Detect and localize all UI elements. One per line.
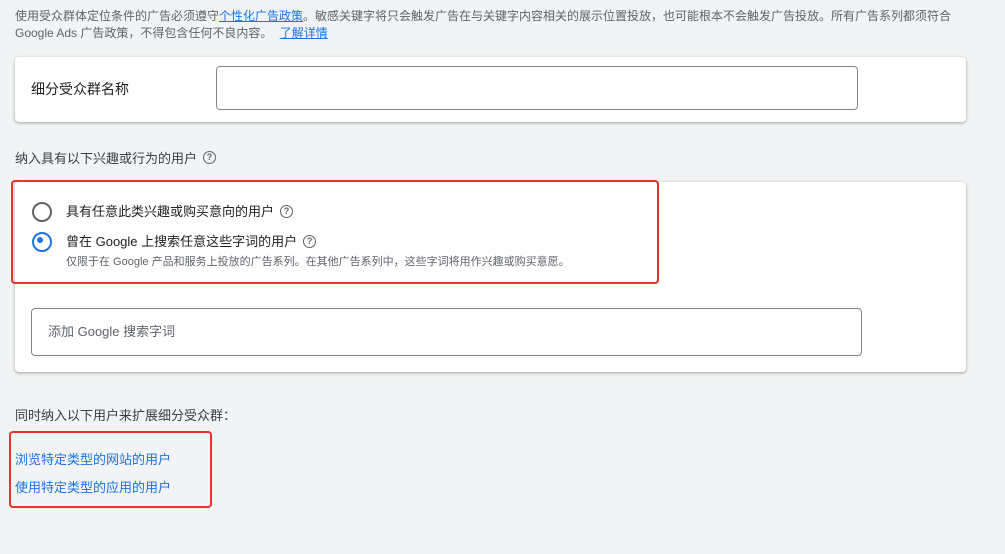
apps-audience-link[interactable]: 使用特定类型的应用的用户: [15, 477, 171, 496]
personalized-ads-policy-link[interactable]: 个性化广告政策: [219, 9, 303, 23]
help-icon[interactable]: ?: [303, 235, 317, 248]
websites-audience-link[interactable]: 浏览特定类型的网站的用户: [15, 449, 171, 468]
radio-button-unchecked[interactable]: [32, 202, 52, 222]
radio-option-search[interactable]: 曾在 Google 上搜索任意这些字词的用户 ? 仅限于在 Google 产品和…: [32, 232, 570, 269]
learn-more-link[interactable]: 了解详情: [280, 26, 328, 40]
help-icon[interactable]: ?: [280, 205, 294, 218]
interest-card: 具有任意此类兴趣或购买意向的用户 ? 曾在 Google 上搜索任意这些字词的用…: [15, 182, 966, 372]
radio-option-interest-label: 具有任意此类兴趣或购买意向的用户: [66, 204, 275, 219]
interest-section-title-text: 纳入具有以下兴趣或行为的用户: [15, 151, 198, 166]
segment-name-label: 细分受众群名称: [31, 81, 129, 97]
radio-option-interest[interactable]: 具有任意此类兴趣或购买意向的用户 ?: [32, 202, 294, 222]
radio-option-search-label: 曾在 Google 上搜索任意这些字词的用户: [66, 234, 298, 249]
interest-section-title: 纳入具有以下兴趣或行为的用户 ?: [15, 148, 217, 167]
radio-button-checked[interactable]: [32, 232, 52, 252]
help-icon[interactable]: ?: [203, 151, 217, 164]
highlight-box-links: [9, 431, 212, 508]
notice-text-before: 使用受众群体定位条件的广告必须遵守: [15, 9, 220, 23]
expand-section-title-text: 同时纳入以下用户来扩展细分受众群：: [15, 408, 237, 423]
radio-option-search-description: 仅限于在 Google 产品和服务上投放的广告系列。在其他广告系列中，这些字词将…: [66, 256, 570, 268]
policy-notice: 使用受众群体定位条件的广告必须遵守个性化广告政策。敏感关键字将只会触发广告在与关…: [15, 8, 975, 42]
expand-section-title: 同时纳入以下用户来扩展细分受众群：: [15, 405, 236, 424]
google-search-terms-input[interactable]: 添加 Google 搜索字词: [31, 308, 862, 356]
segment-name-card: 细分受众群名称: [15, 57, 966, 122]
segment-name-input[interactable]: [216, 66, 858, 110]
